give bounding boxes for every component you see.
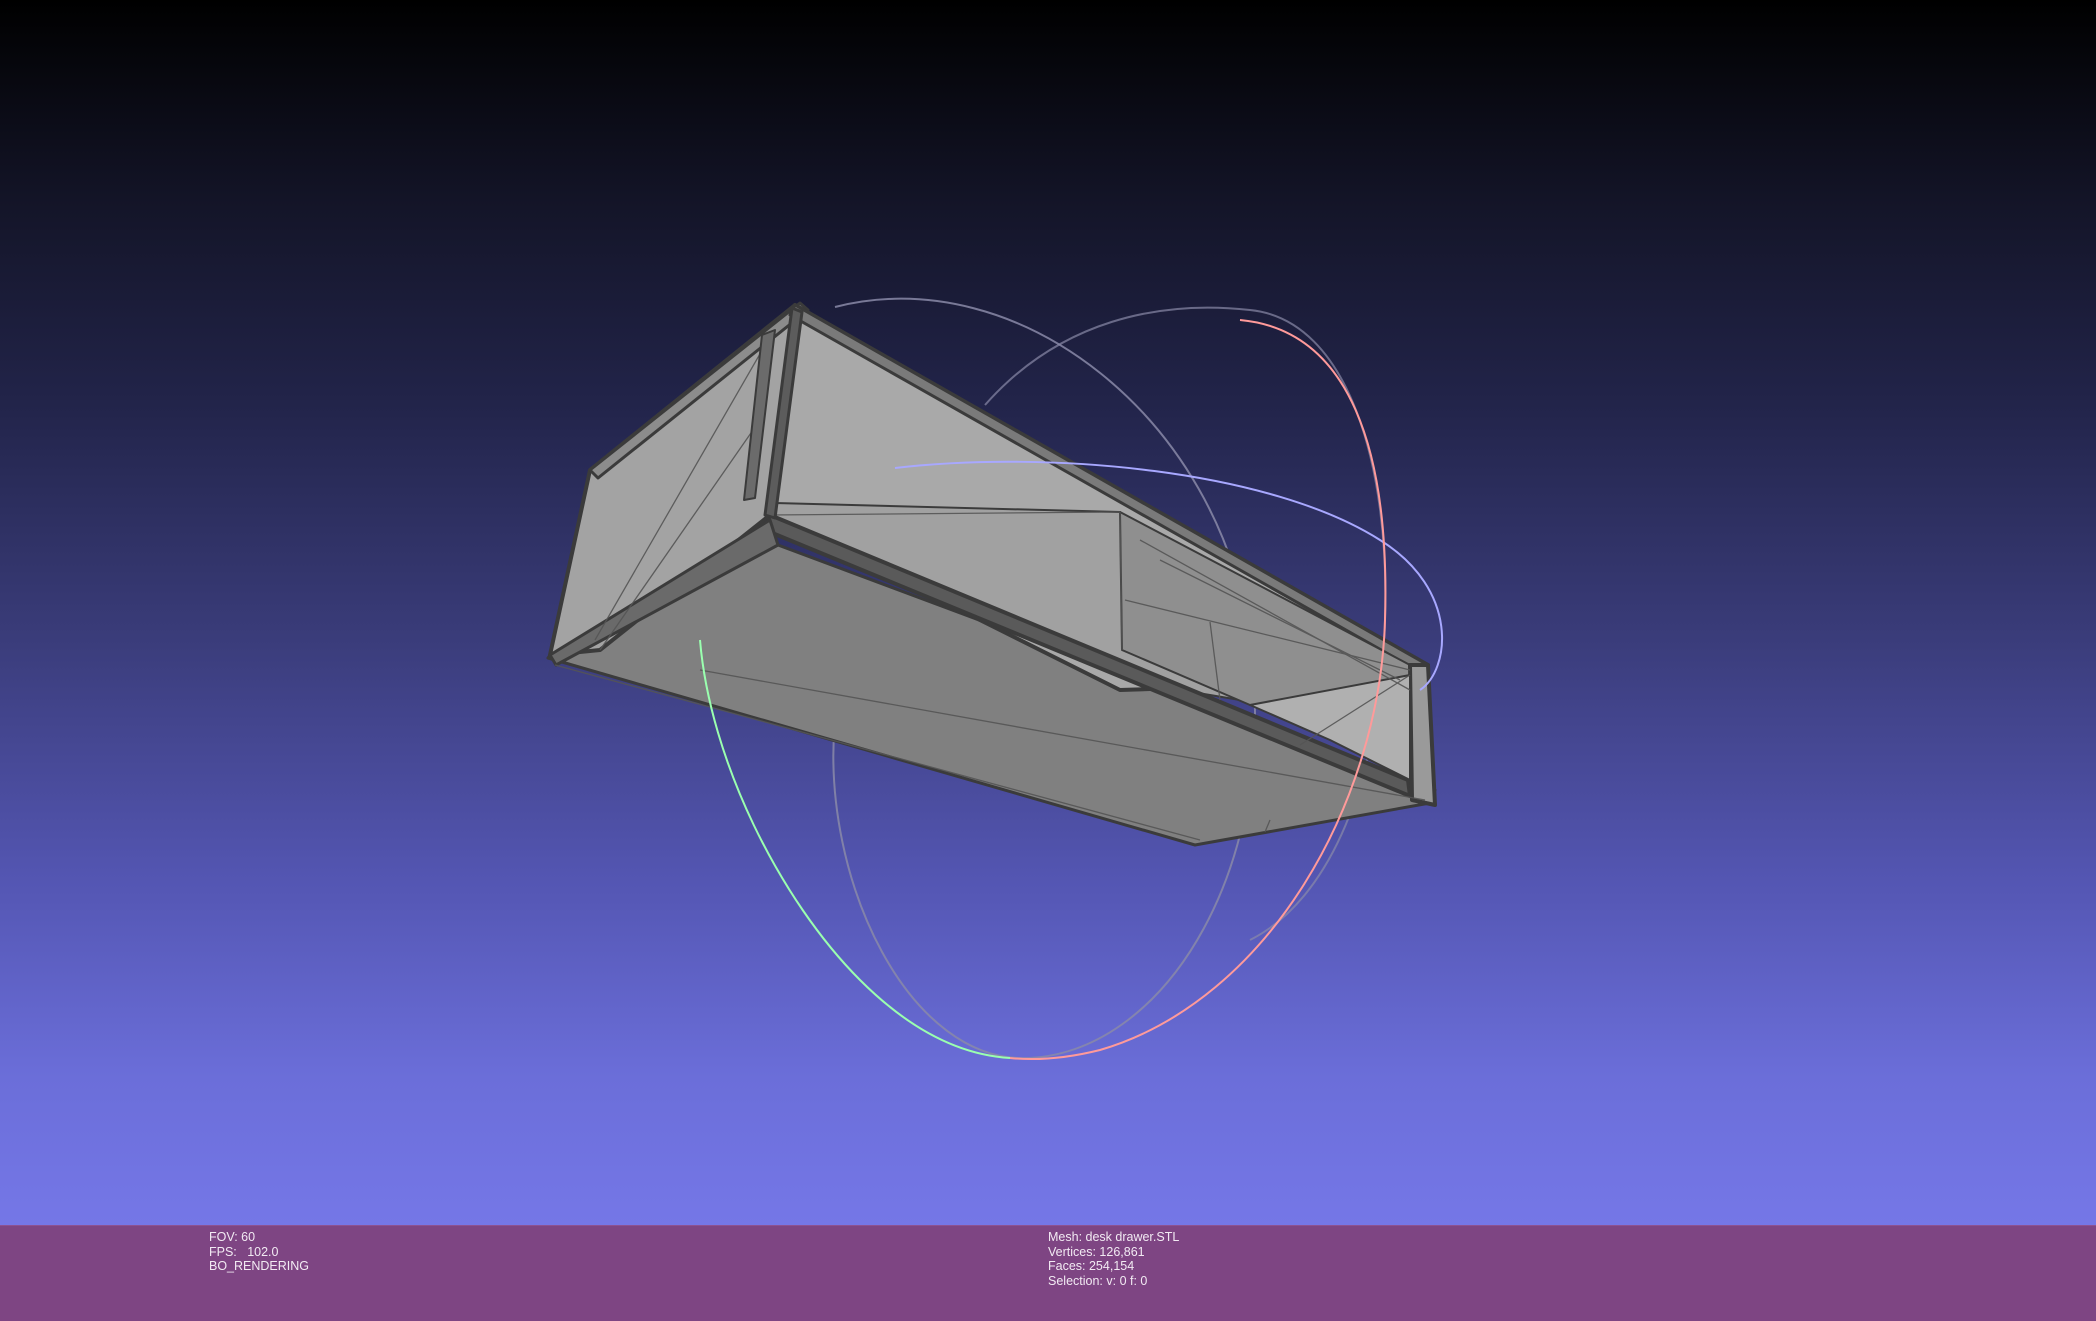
info-bar: FOV: 60 FPS: 102.0 BO_RENDERING Mesh: de… [0, 1225, 2096, 1321]
render-info-panel: FOV: 60 FPS: 102.0 BO_RENDERING [209, 1230, 309, 1274]
render-mode-label: BO_RENDERING [209, 1259, 310, 1273]
selection-label: Selection: v: 0 f: 0 [1048, 1273, 1148, 1288]
vertices-count-label: Vertices: 126,861 [1048, 1244, 1145, 1259]
drawer-model[interactable] [546, 301, 1437, 847]
mesh-name-label: Mesh: desk drawer.STL [1048, 1230, 1180, 1244]
faces-count-label: Faces: 254,154 [1048, 1259, 1135, 1273]
scene-canvas[interactable] [0, 0, 2096, 1225]
3d-viewport[interactable] [0, 0, 2096, 1225]
mesh-info-panel: Mesh: desk drawer.STL Vertices: 126,861 … [1048, 1230, 1179, 1288]
fov-label: FOV: 60 [209, 1230, 256, 1244]
fps-label: FPS: 102.0 [209, 1244, 279, 1259]
